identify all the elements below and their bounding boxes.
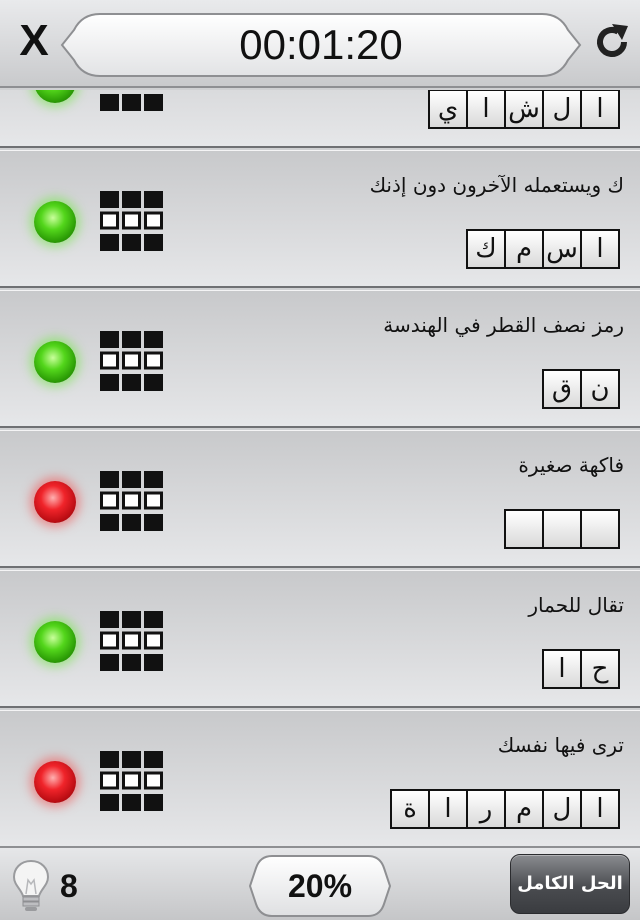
clue-text: رمز نصف القطر في الهندسة (383, 313, 624, 337)
answer-cell[interactable] (544, 511, 580, 547)
answer-boxes[interactable]: نق (542, 369, 620, 409)
answer-boxes[interactable]: الشاي (428, 90, 620, 129)
grid-icon[interactable] (100, 751, 164, 811)
grid-icon[interactable] (100, 331, 164, 391)
answer-cell[interactable]: م (506, 231, 542, 267)
full-solution-button[interactable]: الحل الكامل (510, 854, 630, 914)
status-light-icon (34, 341, 76, 383)
status-light-icon (34, 201, 76, 243)
timer-display: 00:01:20 (60, 12, 582, 78)
clue-row[interactable]: الشاي (0, 90, 640, 148)
answer-boxes[interactable]: حا (542, 649, 620, 689)
clue-text: تقال للحمار (528, 593, 624, 617)
answer-cell[interactable]: ك (468, 231, 504, 267)
clue-row[interactable]: فاكهة صغيرة (0, 430, 640, 568)
refresh-icon[interactable] (590, 20, 634, 64)
answer-cell[interactable]: ا (582, 91, 618, 127)
clue-row[interactable]: ك ويستعمله الآخرون دون إذنك ا س م ك (0, 150, 640, 288)
close-button[interactable]: X (14, 16, 54, 66)
clue-list[interactable]: الشايك ويستعمله الآخرون دون إذنك ا س م ك رمز … (0, 90, 640, 846)
answer-cell[interactable]: ا (582, 791, 618, 827)
answer-cell[interactable]: ل (544, 791, 580, 827)
grid-icon[interactable] (100, 471, 164, 531)
answer-cell[interactable]: ن (582, 371, 618, 407)
lightbulb-icon[interactable] (10, 858, 52, 914)
answer-cell[interactable]: ة (392, 791, 428, 827)
answer-cell[interactable]: ا (582, 231, 618, 267)
answer-cell[interactable]: ي (430, 91, 466, 127)
grid-icon[interactable] (100, 191, 164, 251)
answer-cell[interactable]: ق (544, 371, 580, 407)
answer-boxes[interactable]: اسمك (466, 229, 620, 269)
clue-text: ك ويستعمله الآخرون دون إذنك (369, 173, 624, 197)
footer-bar: 8 20% الحل الكامل (0, 846, 640, 920)
status-light-icon (34, 481, 76, 523)
answer-cell[interactable]: ا (468, 91, 504, 127)
answer-cell[interactable]: س (544, 231, 580, 267)
answer-boxes[interactable]: المراة (390, 789, 620, 829)
status-light-icon (34, 621, 76, 663)
answer-cell[interactable]: ا (544, 651, 580, 687)
clue-row[interactable]: رمز نصف القطر في الهندسة ن ق (0, 290, 640, 428)
status-light-icon (34, 90, 76, 103)
clue-row[interactable]: تقال للحمار ح ا (0, 570, 640, 708)
progress-display: 20% (248, 854, 392, 918)
clue-row[interactable]: ترى فيها نفسك ا ل م ر ا ة (0, 710, 640, 846)
answer-cell[interactable]: ح (582, 651, 618, 687)
timer-text: 00:01:20 (239, 21, 403, 68)
clue-text: فاكهة صغيرة (518, 453, 624, 477)
grid-icon[interactable] (100, 611, 164, 671)
clue-text: ترى فيها نفسك (497, 733, 624, 757)
answer-cell[interactable] (582, 511, 618, 547)
answer-boxes[interactable] (504, 509, 620, 549)
answer-cell[interactable]: ل (544, 91, 580, 127)
answer-cell[interactable]: ا (430, 791, 466, 827)
progress-text: 20% (287, 868, 353, 904)
hint-count: 8 (60, 868, 78, 904)
answer-cell[interactable]: م (506, 791, 542, 827)
status-light-icon (34, 761, 76, 803)
answer-cell[interactable]: ر (468, 791, 504, 827)
grid-icon[interactable] (100, 90, 164, 111)
answer-cell[interactable]: ش (506, 91, 542, 127)
header-bar: X 00:01:20 (0, 0, 640, 88)
answer-cell[interactable] (506, 511, 542, 547)
